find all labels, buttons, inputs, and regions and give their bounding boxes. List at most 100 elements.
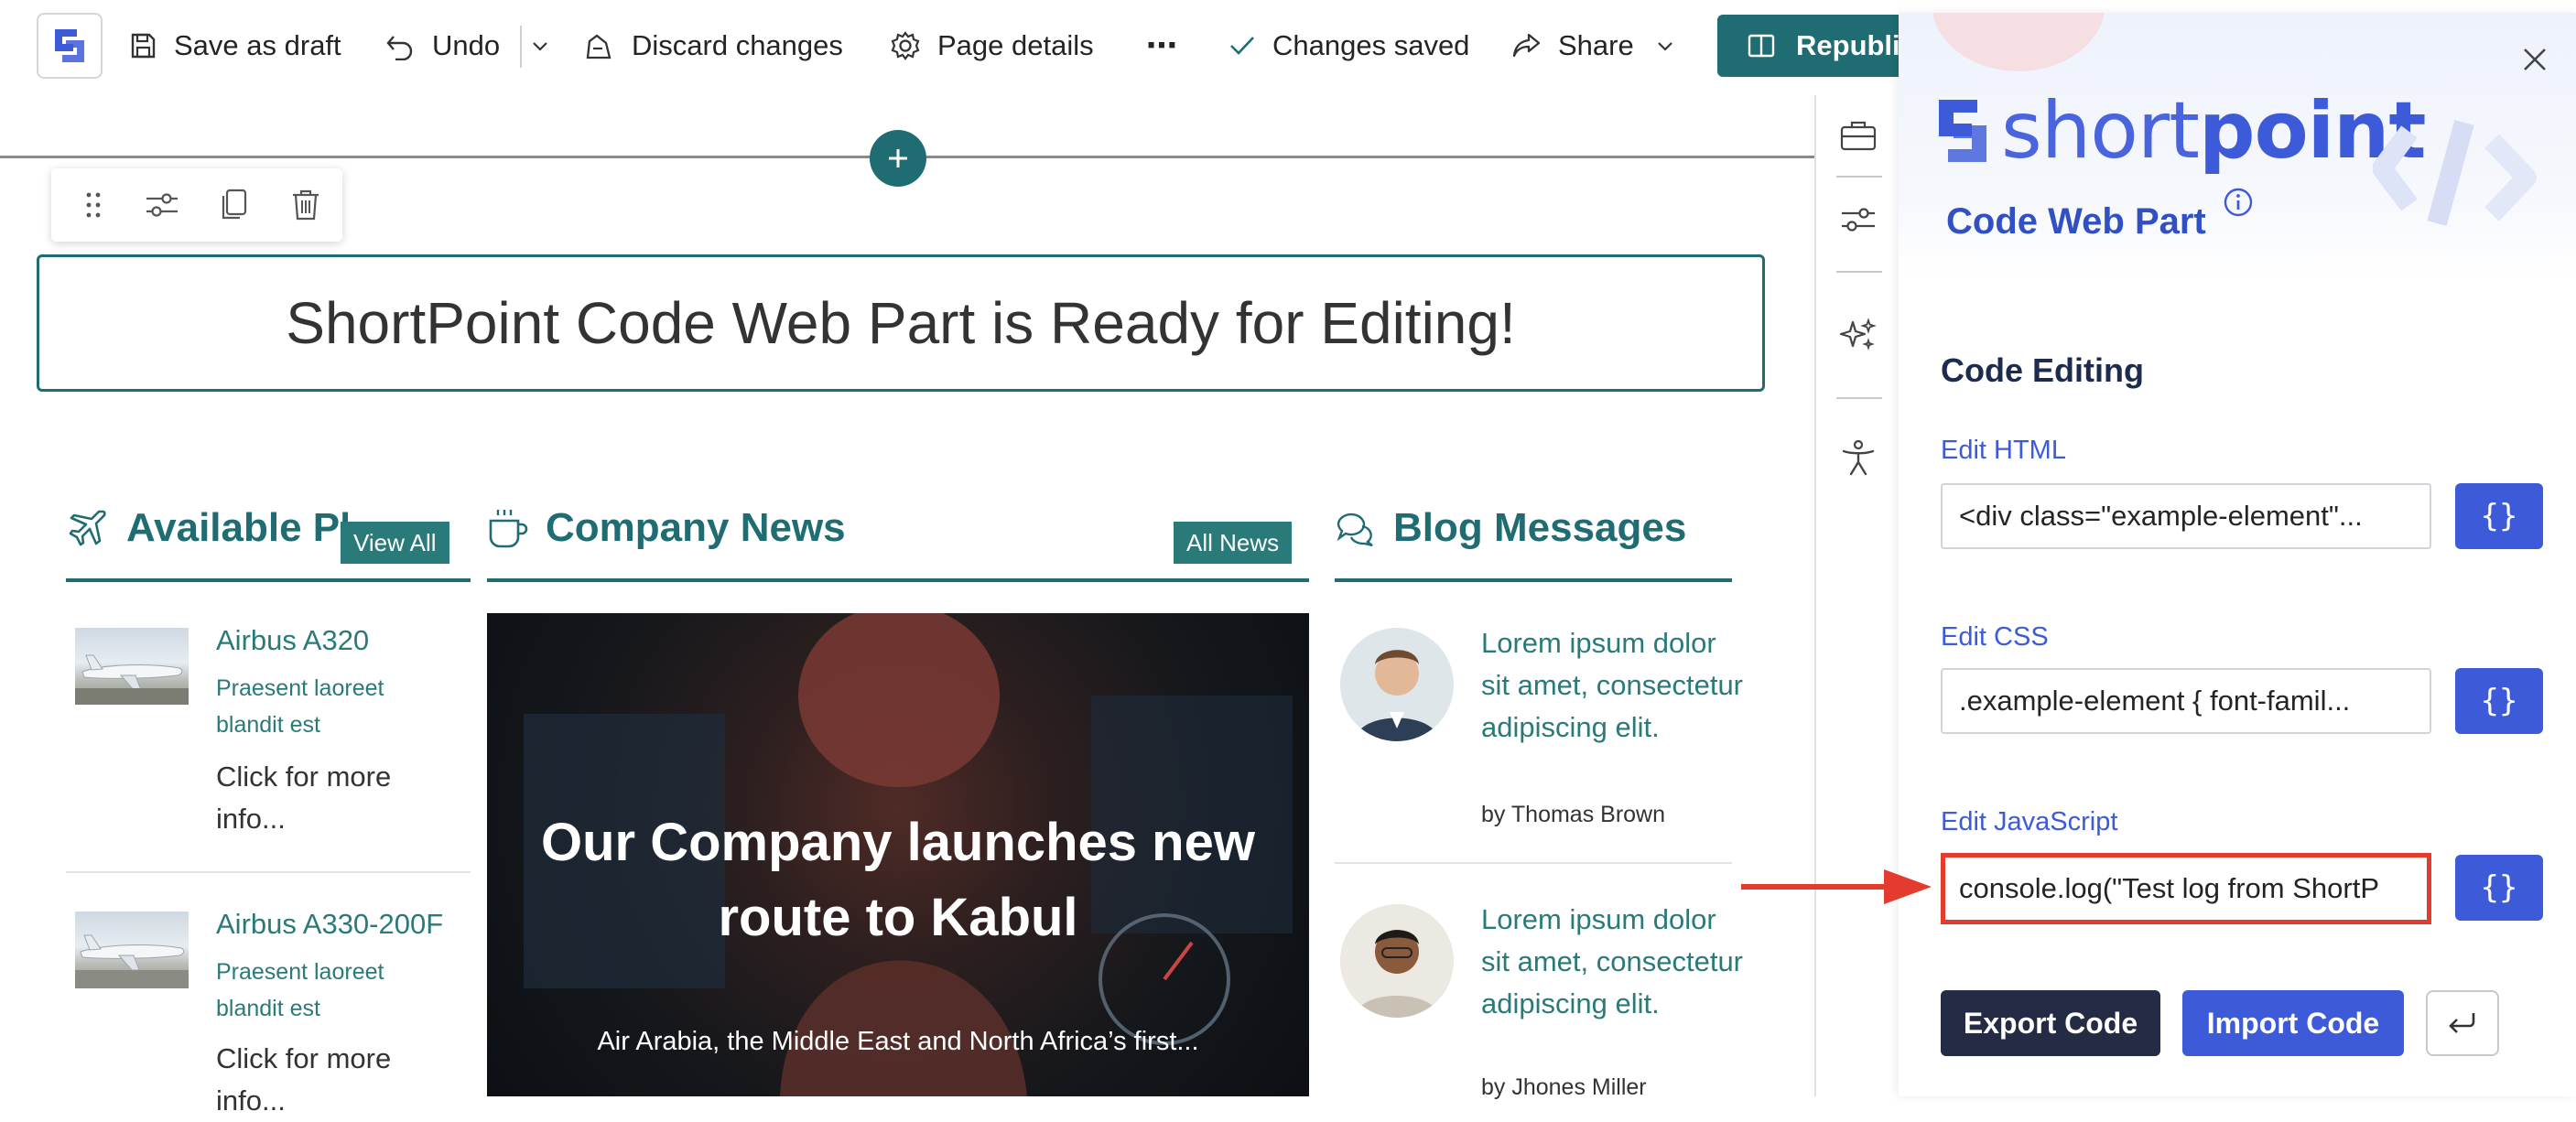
- author-avatar[interactable]: [1340, 628, 1454, 741]
- edit-css-field[interactable]: .example-element { font-famil...: [1941, 668, 2431, 734]
- discard-changes-button[interactable]: Discard changes: [582, 20, 843, 71]
- briefcase-icon: [1840, 121, 1877, 151]
- planes-underline: [66, 578, 471, 582]
- blog-message-text[interactable]: Lorem ipsum dolor sit amet, consectetur …: [1481, 622, 1747, 749]
- more-options-button[interactable]: ⋯: [1146, 20, 1177, 71]
- code-web-part-banner[interactable]: ShortPoint Code Web Part is Ready for Ed…: [37, 254, 1765, 392]
- airplane-icon: [69, 510, 106, 546]
- sliders-icon: [146, 193, 178, 217]
- blog-author: by Jhones Miller: [1481, 1074, 1647, 1100]
- info-button[interactable]: [2223, 187, 2254, 218]
- undo-icon: [386, 36, 413, 60]
- edit-css-code-button[interactable]: {}: [2455, 668, 2543, 734]
- close-icon: [2524, 49, 2546, 70]
- info-icon: [2224, 188, 2253, 217]
- news-featured-image[interactable]: Our Company launches new route to Kabul …: [487, 613, 1309, 1096]
- author-avatar[interactable]: [1340, 904, 1454, 1018]
- duplicate-button[interactable]: [216, 187, 253, 223]
- plane-item-subtitle: Praesent laoreet blandit est: [216, 959, 384, 1021]
- braces-icon: {}: [2480, 869, 2518, 906]
- code-slash-icon: [2373, 120, 2537, 226]
- export-code-button[interactable]: Export Code: [1941, 990, 2160, 1056]
- blog-author: by Thomas Brown: [1481, 802, 1666, 827]
- airplane-photo-icon: [75, 654, 189, 705]
- delete-button[interactable]: [287, 187, 324, 223]
- person-avatar-icon: [1340, 628, 1454, 741]
- book-icon: [1748, 34, 1775, 58]
- changes-saved-label: Changes saved: [1272, 29, 1470, 61]
- arrow-right-icon: [1741, 869, 1932, 904]
- page-details-label: Page details: [937, 29, 1094, 61]
- rail-separator: [1836, 397, 1882, 399]
- plane-item-more-link[interactable]: Click for more info...: [216, 756, 445, 840]
- edit-css-label: Edit CSS: [1941, 622, 2049, 652]
- braces-icon: {}: [2480, 683, 2518, 719]
- rail-separator: [1836, 176, 1882, 178]
- person-avatar-icon: [1340, 904, 1454, 1018]
- airplane-photo-icon: [75, 934, 189, 988]
- plane-item-title[interactable]: Airbus A330-200F: [216, 908, 443, 941]
- undo-button[interactable]: Undo: [384, 20, 500, 71]
- code-web-part-panel: shortpoint Code Web Part Code Editing Ed…: [1899, 13, 2576, 1096]
- code-editing-heading: Code Editing: [1941, 351, 2144, 389]
- edit-html-code-button[interactable]: {}: [2455, 483, 2543, 549]
- all-news-button[interactable]: All News: [1174, 522, 1293, 564]
- edit-javascript-field[interactable]: console.log("Test log from ShortP: [1941, 853, 2431, 924]
- blog-heading: Blog Messages: [1335, 505, 1686, 551]
- import-code-label: Import Code: [2206, 1006, 2380, 1040]
- edit-html-field[interactable]: <div class="example-element"...: [1941, 483, 2431, 549]
- checkmark-icon: [1230, 37, 1254, 55]
- design-ideas-button[interactable]: [1838, 317, 1878, 353]
- annotation-arrow: [1737, 864, 1939, 910]
- toolbox-button[interactable]: [1838, 117, 1878, 154]
- save-as-draft-button[interactable]: Save as draft: [128, 20, 341, 71]
- sparkle-icon: [1839, 318, 1877, 351]
- plane-item-title[interactable]: Airbus A320: [216, 624, 369, 657]
- trash-icon: [293, 189, 319, 221]
- blog-message-text[interactable]: Lorem ipsum dolor sit amet, consectetur …: [1481, 899, 1747, 1025]
- import-code-button[interactable]: Import Code: [2182, 990, 2404, 1056]
- page-details-button[interactable]: Page details: [890, 20, 1094, 71]
- web-part-toolbar: [51, 168, 342, 242]
- shortpoint-logo-button[interactable]: [37, 13, 103, 79]
- view-all-label: View All: [353, 528, 437, 556]
- undo-dropdown-button[interactable]: [531, 37, 549, 55]
- undo-label: Undo: [432, 29, 501, 61]
- close-panel-button[interactable]: [2521, 46, 2549, 73]
- news-summary: Air Arabia, the Middle East and North Af…: [597, 1027, 1199, 1056]
- shortpoint-wordmark: shortpoint: [2001, 92, 2426, 170]
- reset-button[interactable]: [2426, 990, 2499, 1056]
- plane-item-subtitle: Praesent laoreet blandit est: [216, 675, 384, 738]
- accessibility-button[interactable]: [1838, 437, 1878, 478]
- airbus-a320-image[interactable]: [75, 628, 189, 705]
- share-icon: [1512, 33, 1541, 58]
- return-arrow-icon: [2449, 1013, 2475, 1033]
- accessibility-icon: [1842, 439, 1875, 476]
- changes-saved-status: Changes saved: [1228, 20, 1469, 71]
- edit-properties-button[interactable]: [143, 187, 181, 223]
- share-button[interactable]: Share: [1510, 20, 1674, 71]
- export-code-label: Export Code: [1963, 1006, 2138, 1040]
- save-icon: [131, 33, 156, 59]
- plus-icon: [889, 149, 907, 167]
- braces-icon: {}: [2480, 498, 2518, 534]
- edit-javascript-code-button[interactable]: {}: [2455, 855, 2543, 921]
- brand-short: short: [2001, 85, 2200, 177]
- airbus-a330-image[interactable]: [75, 912, 189, 988]
- blog-separator: [1335, 862, 1732, 864]
- code-decoration: [2373, 104, 2538, 251]
- coffee-cup-icon: [489, 510, 528, 548]
- add-section-button[interactable]: [870, 130, 926, 187]
- shortpoint-logo-icon: [55, 29, 84, 62]
- drag-handle[interactable]: [75, 187, 112, 223]
- news-underline: [487, 578, 1309, 582]
- view-all-button[interactable]: View All: [341, 522, 449, 564]
- edit-javascript-label: Edit JavaScript: [1941, 807, 2118, 836]
- chevron-down-icon: [1657, 42, 1672, 51]
- chat-bubbles-icon: [1337, 512, 1373, 547]
- plane-item-more-link[interactable]: Click for more info...: [216, 1038, 445, 1122]
- properties-button[interactable]: [1838, 201, 1878, 238]
- news-headline[interactable]: Our Company launches new route to Kabul: [487, 805, 1309, 955]
- discard-icon: [586, 34, 612, 59]
- blog-title: Blog Messages: [1393, 505, 1687, 550]
